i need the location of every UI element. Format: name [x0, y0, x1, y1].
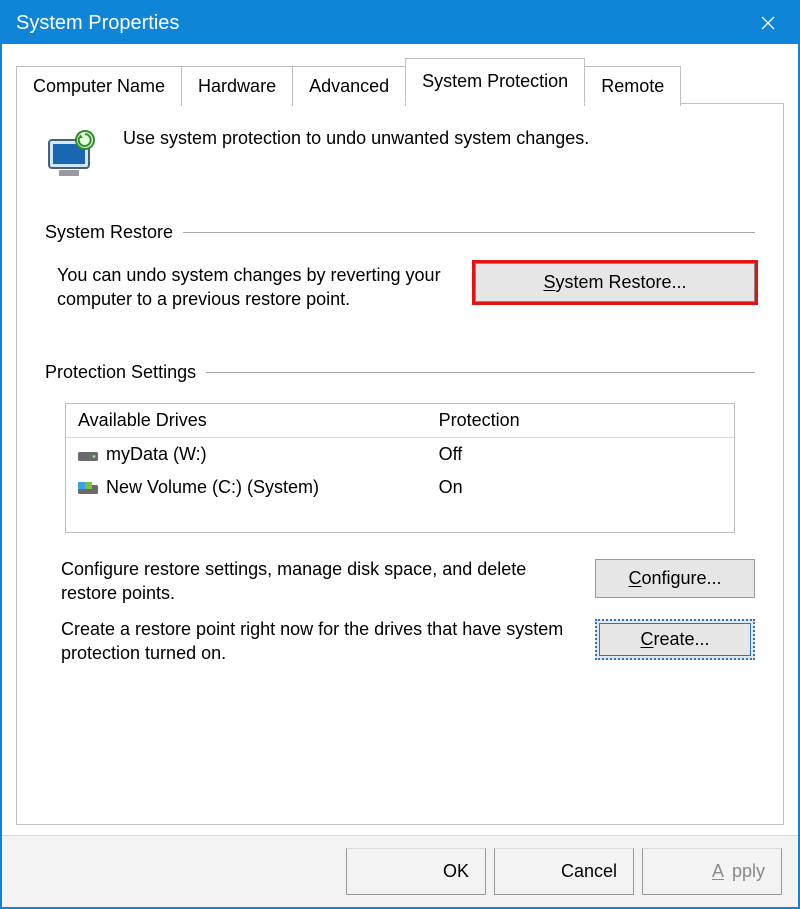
tab-panel: Use system protection to undo unwanted s…: [16, 103, 784, 825]
create-description: Create a restore point right now for the…: [61, 617, 565, 666]
dialog-footer: OK Cancel Apply: [2, 835, 798, 907]
intro-text: Use system protection to undo unwanted s…: [123, 128, 589, 149]
create-button[interactable]: Create...: [595, 619, 755, 660]
tab-advanced[interactable]: Advanced: [292, 66, 406, 106]
drive-protection: On: [439, 477, 722, 498]
col-header-protection: Protection: [439, 410, 722, 431]
system-protection-icon: [45, 128, 101, 182]
drive-name: myData (W:): [106, 444, 207, 465]
tab-strip: Computer Name Hardware Advanced System P…: [16, 58, 784, 103]
ok-button[interactable]: OK: [346, 848, 486, 895]
section-system-restore: System Restore: [45, 222, 173, 243]
tab-hardware[interactable]: Hardware: [181, 66, 293, 106]
configure-description: Configure restore settings, manage disk …: [61, 557, 565, 606]
restore-description: You can undo system changes by reverting…: [57, 263, 445, 312]
system-drive-icon: [78, 480, 98, 494]
content-area: Computer Name Hardware Advanced System P…: [2, 44, 798, 835]
titlebar[interactable]: System Properties: [2, 2, 798, 44]
system-restore-button[interactable]: System Restore...: [475, 263, 755, 302]
configure-button[interactable]: Configure...: [595, 559, 755, 598]
col-header-available-drives: Available Drives: [78, 410, 439, 431]
drives-table: Available Drives Protection myData (W:) …: [65, 403, 735, 533]
tab-system-protection[interactable]: System Protection: [405, 58, 585, 104]
hdd-icon: [78, 447, 98, 461]
tab-computer-name[interactable]: Computer Name: [16, 66, 182, 106]
apply-button[interactable]: Apply: [642, 848, 782, 895]
system-properties-window: System Properties Computer Name Hardware…: [0, 0, 800, 909]
drive-protection: Off: [439, 444, 722, 465]
window-title: System Properties: [16, 12, 179, 35]
drive-name: New Volume (C:) (System): [106, 477, 319, 498]
cancel-button[interactable]: Cancel: [494, 848, 634, 895]
close-icon[interactable]: [738, 2, 798, 44]
divider: [206, 372, 755, 373]
table-row[interactable]: myData (W:) Off: [66, 438, 734, 471]
section-protection-settings: Protection Settings: [45, 362, 196, 383]
table-row[interactable]: New Volume (C:) (System) On: [66, 471, 734, 504]
divider: [183, 232, 755, 233]
tab-remote[interactable]: Remote: [584, 66, 681, 106]
